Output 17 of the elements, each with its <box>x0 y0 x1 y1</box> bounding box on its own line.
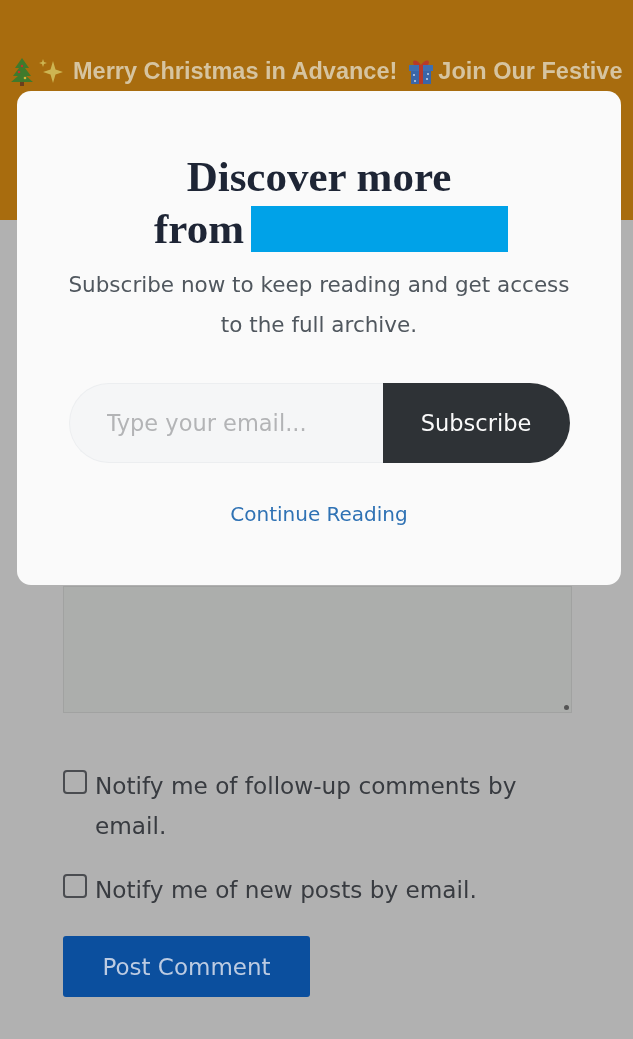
checkbox[interactable] <box>63 770 87 794</box>
christmas-tree-icon <box>10 56 34 86</box>
email-field[interactable]: Type your email... <box>68 383 383 463</box>
checkbox[interactable] <box>63 874 87 898</box>
dialog-description: Subscribe now to keep reading and get access to the full archive. <box>67 271 571 339</box>
comment-field[interactable] <box>63 586 572 713</box>
sparkle-icon <box>38 58 64 84</box>
post-comment-button[interactable]: Post Comment <box>63 936 310 997</box>
subscribe-button[interactable]: Subscribe <box>382 383 570 463</box>
dialog-title: Discover more <box>186 152 452 202</box>
checkbox-label: Notify me of new posts by email. <box>95 875 477 905</box>
banner-text: Join Our Festive <box>438 57 623 85</box>
resize-handle-icon[interactable] <box>564 705 569 710</box>
continue-reading-link[interactable]: Continue Reading <box>230 500 408 528</box>
dialog-title: from <box>154 204 244 254</box>
checkbox-label: Notify me of follow-up comments by email. <box>95 771 518 841</box>
banner-text: Merry Christmas in Advance! <box>73 57 398 85</box>
